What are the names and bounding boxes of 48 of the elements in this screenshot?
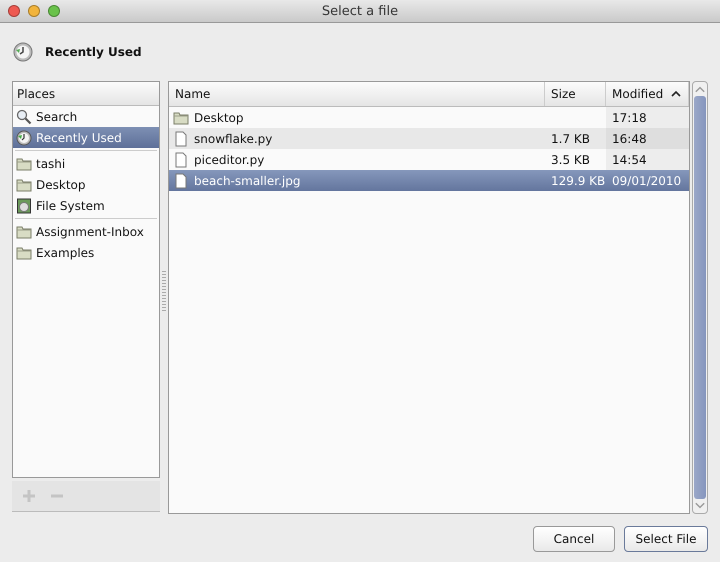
place-item[interactable]: Recently Used — [13, 127, 159, 148]
select-button[interactable]: Select File — [624, 526, 708, 552]
drive-icon — [16, 198, 32, 214]
file-icon — [173, 152, 189, 168]
add-icon[interactable] — [21, 488, 37, 504]
place-item[interactable]: Search — [13, 106, 159, 127]
file-icon — [173, 172, 189, 188]
folder-icon — [16, 156, 32, 172]
table-cell: 1.7 KB — [551, 132, 590, 146]
place-item[interactable]: Desktop — [13, 174, 159, 195]
file-row[interactable]: beach-smaller.jpg 129.9 KB 09/01/2010 — [169, 170, 689, 191]
column-header[interactable]: Size — [545, 82, 606, 106]
zoom-button[interactable] — [48, 5, 60, 17]
folder-icon — [16, 176, 32, 192]
clock-icon — [16, 130, 32, 146]
close-button[interactable] — [8, 5, 20, 17]
place-item[interactable]: tashi — [13, 153, 159, 174]
table-cell: piceditor.py — [194, 152, 264, 166]
file-row[interactable]: Desktop 17:18 — [169, 107, 689, 128]
cancel-button[interactable]: Cancel — [533, 526, 615, 552]
table-cell: beach-smaller.jpg — [194, 174, 300, 188]
resize-handle[interactable] — [162, 271, 166, 311]
scroll-thumb[interactable] — [694, 96, 706, 499]
column-header[interactable]: Name — [169, 82, 545, 106]
clock-icon — [13, 42, 33, 62]
location-label: Recently Used — [45, 45, 142, 59]
place-item[interactable]: File System — [13, 195, 159, 216]
file-icon — [173, 130, 189, 146]
table-cell: 17:18 — [612, 110, 647, 124]
table-cell: 16:48 — [612, 132, 647, 146]
column-header[interactable]: Modified — [606, 82, 689, 106]
place-item[interactable]: Assignment-Inbox — [13, 221, 159, 242]
file-row[interactable]: snowflake.py 1.7 KB 16:48 — [169, 128, 689, 149]
scrollbar[interactable] — [692, 81, 708, 514]
table-cell: 09/01/2010 — [612, 174, 682, 188]
place-item[interactable]: Examples — [13, 242, 159, 263]
folder-icon — [16, 244, 32, 260]
window-title: Select a file — [322, 4, 398, 18]
file-row[interactable]: piceditor.py 3.5 KB 14:54 — [169, 149, 689, 170]
minimize-button[interactable] — [28, 5, 40, 17]
table-cell: 3.5 KB — [551, 152, 590, 166]
table-cell: 14:54 — [612, 152, 647, 166]
table-cell: 129.9 KB — [551, 174, 606, 188]
folder-icon — [16, 224, 32, 240]
table-cell: Desktop — [194, 110, 244, 124]
search-icon — [16, 108, 32, 124]
folder-icon — [173, 110, 189, 126]
table-cell: snowflake.py — [194, 132, 272, 146]
